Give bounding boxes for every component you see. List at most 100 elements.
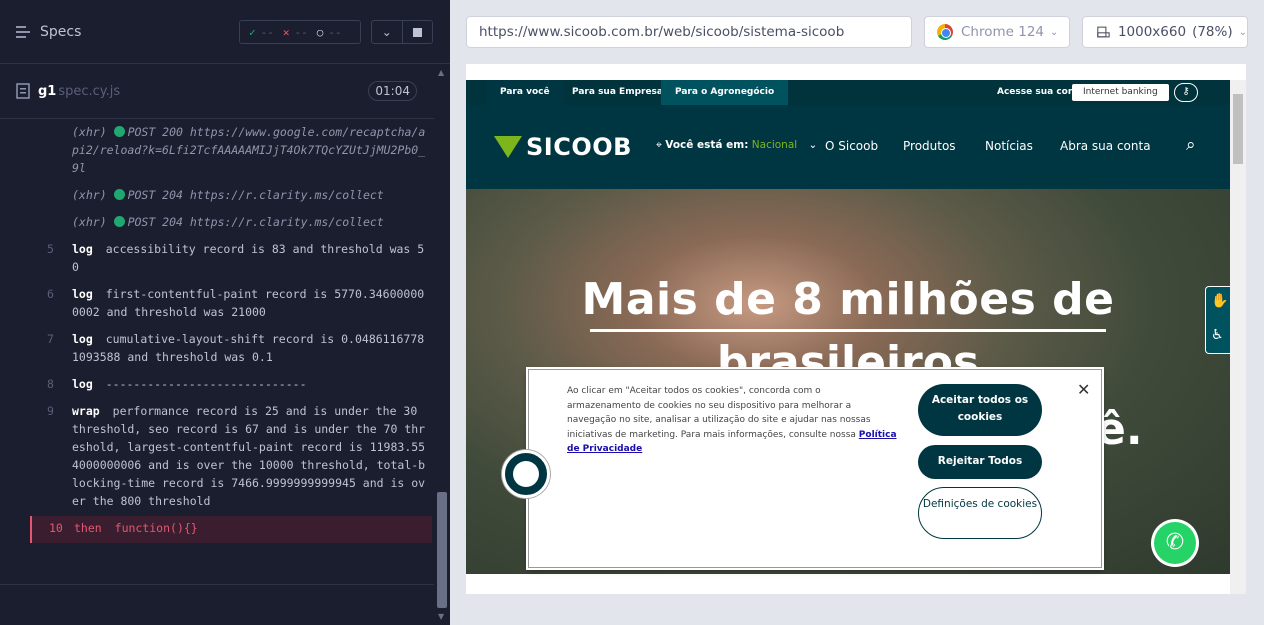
scroll-up-icon[interactable]: ▲ <box>438 68 444 77</box>
command-body: then function(){} <box>74 519 432 537</box>
runner-footer <box>0 584 434 625</box>
command-number: 8 <box>47 377 54 391</box>
stop-button[interactable] <box>401 21 433 43</box>
command-row[interactable]: 10 then function(){} <box>30 516 432 543</box>
command-name: log <box>72 377 93 391</box>
site-top-nav: Para você Para sua Empresa Para o Agrone… <box>466 80 1230 105</box>
command-name: wrap <box>72 404 100 418</box>
chrome-icon <box>937 24 953 40</box>
location-selector[interactable]: ⌖ Você está em: Nacional ⌄ <box>656 139 817 152</box>
command-row[interactable]: 5 log accessibility record is 83 and thre… <box>30 237 432 282</box>
command-number: 9 <box>47 404 54 418</box>
sicoob-logo[interactable]: SICOOB <box>494 133 632 161</box>
accessibility-icon[interactable]: ♿ <box>1211 327 1224 343</box>
chevron-down-icon: ⌄ <box>808 139 818 151</box>
cookie-settings-button[interactable]: Definições de cookies <box>918 487 1042 539</box>
iframe-scrollbar[interactable] <box>1230 80 1246 594</box>
command-message: first-contentful-paint record is 5770.34… <box>72 287 425 319</box>
command-name: (xhr) <box>72 188 107 202</box>
command-number: 7 <box>47 332 54 346</box>
nav-noticias[interactable]: Notícias <box>985 139 1033 153</box>
specs-header: Specs ✓ -- ✕ -- ○ -- ⌄ <box>0 0 450 64</box>
cookie-dialog: Ao clicar em "Aceitar todos os cookies",… <box>528 369 1102 568</box>
command-body: log accessibility record is 83 and thres… <box>72 240 432 276</box>
command-body: log first-contentful-paint record is 577… <box>72 285 432 321</box>
command-name: then <box>74 521 102 535</box>
command-row[interactable]: 6 log first-contentful-paint record is 57… <box>30 282 432 327</box>
spec-file-ext: spec.cy.js <box>58 83 121 99</box>
location-label: Você está em: <box>665 139 749 151</box>
command-row[interactable]: (xhr) POST 204 https://r.clarity.ms/coll… <box>30 183 432 210</box>
chevron-down-icon: ⌄ <box>1050 26 1059 38</box>
location-pin-icon: ⌖ <box>656 139 662 151</box>
viewport-info[interactable]: 1000x660 (78%) ⌄ <box>1082 16 1248 48</box>
scroll-thumb[interactable] <box>1233 94 1243 164</box>
pending-count: -- <box>328 25 342 39</box>
url-bar[interactable]: https://www.sicoob.com.br/web/sicoob/sis… <box>466 16 912 48</box>
specs-title[interactable]: Specs <box>40 24 81 40</box>
command-name: log <box>72 287 93 301</box>
spec-file-bar: g1 spec.cy.js 01:04 <box>0 64 450 119</box>
hand-icon[interactable]: ✋ <box>1211 293 1228 309</box>
cookie-text: Ao clicar em "Aceitar todos os cookies",… <box>567 384 897 457</box>
whatsapp-button[interactable]: ✆ <box>1151 519 1199 567</box>
command-number <box>30 186 72 204</box>
nav-o-sicoob[interactable]: O Sicoob <box>825 139 878 153</box>
stop-icon <box>412 27 422 37</box>
command-message: POST 204 https://r.clarity.ms/collect <box>127 188 384 202</box>
failed-count: -- <box>294 25 308 39</box>
command-row[interactable]: 9 wrap performance record is 25 and is un… <box>30 399 432 516</box>
chevron-down-icon[interactable]: ⌄ <box>372 21 402 43</box>
command-message: performance record is 25 and is under th… <box>72 404 426 508</box>
aut-iframe: Para você Para sua Empresa Para o Agrone… <box>466 64 1246 594</box>
nav-produtos[interactable]: Produtos <box>903 139 956 153</box>
pending-icon: ○ <box>316 25 324 39</box>
command-body: (xhr) POST 200 https://www.google.com/re… <box>72 123 432 177</box>
search-icon[interactable]: ⌕ <box>1186 135 1196 155</box>
cookie-preferences-button[interactable] <box>502 450 550 498</box>
logo-text: SICOOB <box>526 133 632 161</box>
status-dot-icon <box>113 189 125 200</box>
command-row[interactable]: 8 log ----------------------------- <box>30 372 432 399</box>
command-body: log ----------------------------- <box>72 375 432 393</box>
command-number: 10 <box>49 521 63 535</box>
app-preview-panel: https://www.sicoob.com.br/web/sicoob/sis… <box>450 0 1264 625</box>
viewport-zoom: (78%) <box>1192 24 1233 40</box>
hero-underline <box>590 329 1106 332</box>
command-body: wrap performance record is 25 and is und… <box>72 402 432 510</box>
command-message: accessibility record is 83 and threshold… <box>72 242 425 274</box>
command-row[interactable]: (xhr) POST 204 https://r.clarity.ms/coll… <box>30 210 432 237</box>
command-message: POST 204 https://r.clarity.ms/collect <box>127 215 384 229</box>
scroll-down-icon[interactable]: ▼ <box>438 612 444 621</box>
passed-count: -- <box>260 25 274 39</box>
reject-all-button[interactable]: Rejeitar Todos <box>918 445 1042 479</box>
location-value: Nacional <box>751 139 798 151</box>
check-icon: ✓ <box>249 25 256 39</box>
browser-selector[interactable]: Chrome 124 ⌄ <box>924 16 1070 48</box>
nav-abra-sua-conta[interactable]: Abra sua conta <box>1060 139 1151 153</box>
tab-agronegocio[interactable]: Para o Agronegócio <box>661 80 789 105</box>
command-message: ----------------------------- <box>105 377 307 391</box>
stats-bar: ✓ -- ✕ -- ○ -- <box>239 20 361 44</box>
command-body: (xhr) POST 204 https://r.clarity.ms/coll… <box>72 213 432 231</box>
whatsapp-icon: ✆ <box>1154 522 1196 564</box>
command-row[interactable]: (xhr) POST 200 https://www.google.com/re… <box>30 120 432 183</box>
specs-list-icon[interactable] <box>16 25 32 39</box>
accept-all-cookies-button[interactable]: Aceitar todos os cookies <box>918 384 1042 436</box>
internet-banking-button[interactable]: Internet banking <box>1072 84 1169 101</box>
passed-stat: ✓ -- <box>249 26 274 39</box>
command-name: (xhr) <box>72 125 107 139</box>
viewport-icon <box>1097 26 1110 38</box>
command-log-scrollbar[interactable]: ▲ ▼ <box>434 64 450 625</box>
hero-tail: ê. <box>1096 404 1143 455</box>
pending-stat: ○ -- <box>317 26 342 39</box>
x-icon: ✕ <box>282 25 290 39</box>
tab-para-voce[interactable]: Para você <box>486 80 564 105</box>
command-number <box>30 123 72 177</box>
command-body: (xhr) POST 204 https://r.clarity.ms/coll… <box>72 186 432 204</box>
command-row[interactable]: 7 log cumulative-layout-shift record is 0… <box>30 327 432 372</box>
key-icon[interactable]: ⚷ <box>1174 83 1198 102</box>
close-icon[interactable]: ✕ <box>1077 380 1090 399</box>
scroll-thumb[interactable] <box>437 492 447 608</box>
tab-para-sua-empresa[interactable]: Para sua Empresa <box>558 80 677 105</box>
